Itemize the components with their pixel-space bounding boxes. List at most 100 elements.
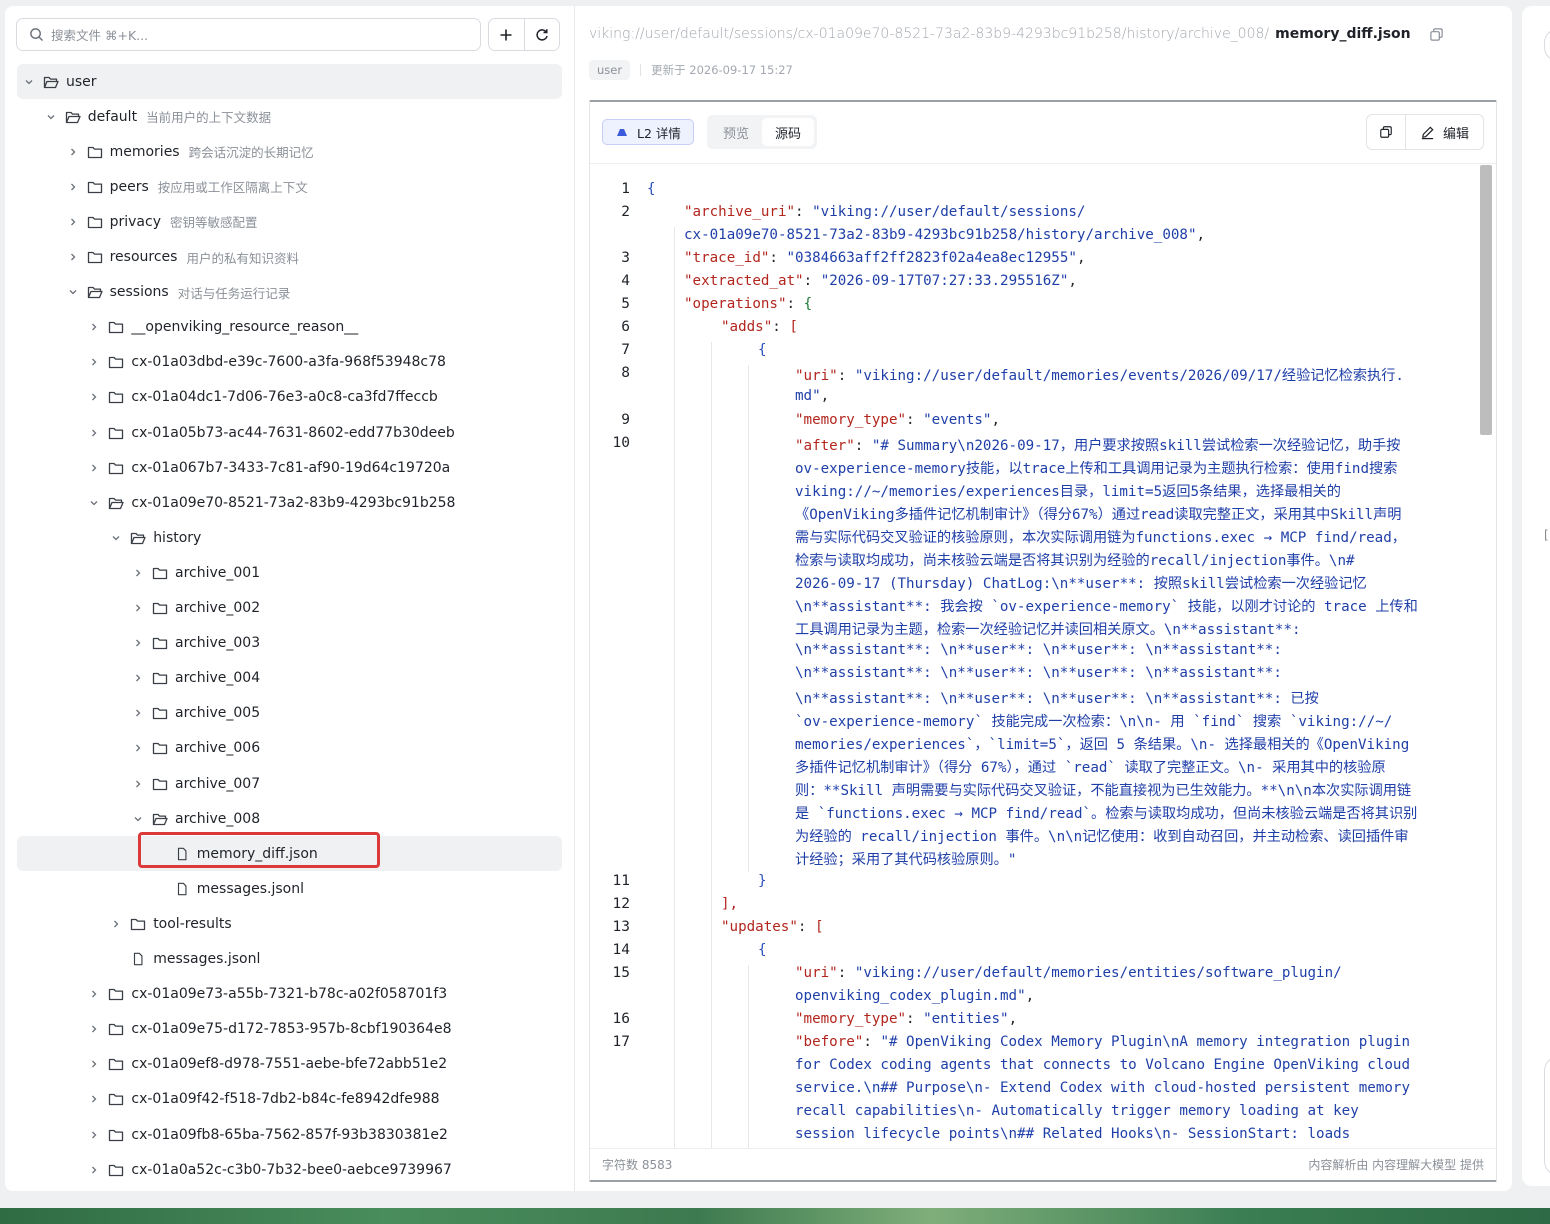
file-icon — [130, 952, 146, 966]
tree-folder[interactable]: archive_002 — [17, 591, 562, 626]
edit-label: 编辑 — [1442, 126, 1469, 142]
chevron-right-icon[interactable] — [132, 637, 144, 649]
folder-open-icon — [65, 110, 81, 124]
tree-folder[interactable]: archive_007 — [17, 766, 562, 801]
tree-file[interactable]: messages.jsonl — [17, 871, 562, 906]
indent-guide — [748, 964, 749, 1150]
chevron-right-icon[interactable] — [88, 988, 100, 1000]
panel-handle[interactable] — [1544, 28, 1550, 62]
chevron-down-icon[interactable] — [132, 813, 144, 825]
chevron-down-icon[interactable] — [23, 76, 35, 88]
chevron-right-icon[interactable] — [88, 427, 100, 439]
code-line: { — [758, 342, 767, 359]
chevron-right-icon[interactable] — [110, 918, 122, 930]
chevron-down-icon[interactable] — [45, 111, 57, 123]
tree-folder[interactable]: archive_003 — [17, 626, 562, 661]
tree-folder[interactable]: sessions 对话与任务运行记录 — [17, 275, 562, 310]
chevron-right-icon[interactable] — [67, 181, 79, 193]
char-count: 字符数 8583 — [602, 1158, 673, 1172]
vertical-scrollbar[interactable] — [1480, 165, 1492, 435]
tree-folder[interactable]: cx-01a09ef8-d978-7551-aebe-bfe72abb51e2 — [17, 1047, 562, 1082]
chevron-right-icon[interactable] — [88, 1058, 100, 1070]
tree-folder[interactable]: tool-results — [17, 906, 562, 941]
tree-folder[interactable]: resources 用户的私有知识资料 — [17, 240, 562, 275]
chevron-right-icon[interactable] — [132, 707, 144, 719]
tree-folder[interactable]: cx-01a09f42-f518-7db2-b84c-fe8942dfe988 — [17, 1082, 562, 1117]
folder-icon — [108, 1128, 124, 1142]
line-number: 10 — [612, 434, 630, 451]
chevron-right-icon[interactable] — [132, 742, 144, 754]
line-number: 12 — [612, 895, 630, 912]
tree-item-label: memories — [109, 143, 180, 160]
code-line: viking://~/memories/experiences目录，limit=… — [795, 483, 1341, 500]
tree-folder[interactable]: default 当前用户的上下文数据 — [17, 99, 562, 134]
tree-folder[interactable]: cx-01a09e75-d172-7853-957b-8cbf190364e8 — [17, 1012, 562, 1047]
folder-icon — [108, 426, 124, 440]
search-input[interactable]: 搜索文件 ⌘+K... — [16, 18, 481, 51]
refresh-button[interactable] — [523, 19, 560, 50]
source-code[interactable]: 1 {2 "archive_uri": "viking://user/default… — [590, 165, 1496, 1151]
code-line: recall capabilities\n- Automatically tri… — [795, 1103, 1359, 1119]
line-number: 7 — [621, 342, 630, 359]
tree-folder[interactable]: cx-01a05b73-ac44-7631-8602-edd77b30deeb — [17, 415, 562, 450]
copy-path-button[interactable] — [1429, 27, 1444, 42]
chevron-down-icon[interactable] — [88, 497, 100, 509]
tree-folder[interactable]: privacy 密钥等敏感配置 — [17, 204, 562, 239]
tree-folder[interactable]: cx-01a09e73-a55b-7321-b78c-a02f058701f3 — [17, 977, 562, 1012]
tree-folder[interactable]: archive_001 — [17, 555, 562, 590]
chevron-right-icon[interactable] — [88, 462, 100, 474]
code-line: memories/experiences`，`limit=5`，返回 5 条结果… — [795, 737, 1410, 754]
tree-folder[interactable]: history — [17, 520, 562, 555]
tree-folder[interactable]: archive_004 — [17, 661, 562, 696]
folder-open-icon — [130, 531, 146, 545]
chevron-right-icon[interactable] — [132, 567, 144, 579]
code-line: } — [758, 872, 767, 889]
chevron-right-icon[interactable] — [132, 602, 144, 614]
chevron-right-icon[interactable] — [67, 216, 79, 228]
chevron-right-icon[interactable] — [88, 356, 100, 368]
tree-file[interactable]: messages.jsonl — [17, 942, 562, 977]
chevron-right-icon[interactable] — [88, 321, 100, 333]
tree-folder[interactable]: archive_006 — [17, 731, 562, 766]
l2-detail-button[interactable]: L2 详情 — [602, 119, 694, 145]
tab-preview[interactable]: 预览 — [710, 118, 762, 146]
code-line: 检索与读取均成功，尚未核验云端是否将其识别为经验的recall/injectio… — [795, 552, 1355, 569]
folder-open-icon — [152, 812, 168, 826]
tree-folder[interactable]: __openviking_resource_reason__ — [17, 310, 562, 345]
tree-folder[interactable]: cx-01a04dc1-7d06-76e3-a0c8-ca3fd7ffeccb — [17, 380, 562, 415]
tree-folder[interactable]: peers 按应用或工作区隔离上下文 — [17, 169, 562, 204]
chevron-down-icon[interactable] — [110, 532, 122, 544]
add-button[interactable] — [489, 19, 524, 50]
tree-folder[interactable]: cx-01a0a52c-c3b0-7b32-bee0-aebce9739967 — [17, 1152, 562, 1187]
tree-folder[interactable]: archive_008 — [17, 801, 562, 836]
panel-divider-mark: [ — [1544, 528, 1549, 542]
chevron-down-icon[interactable] — [67, 286, 79, 298]
tree-folder[interactable]: user — [17, 64, 562, 99]
chevron-right-icon[interactable] — [88, 1164, 100, 1176]
chevron-right-icon[interactable] — [88, 1093, 100, 1105]
panel-handle[interactable] — [1544, 1056, 1550, 1176]
edit-button[interactable]: 编辑 — [1404, 115, 1483, 149]
tree-folder[interactable]: cx-01a09e70-8521-73a2-83b9-4293bc91b258 — [17, 485, 562, 520]
tree-folder[interactable]: cx-01a09fb8-65ba-7562-857f-93b3830381e2 — [17, 1117, 562, 1152]
copy-content-button[interactable] — [1367, 115, 1405, 149]
chevron-right-icon[interactable] — [132, 672, 144, 684]
chevron-right-icon[interactable] — [88, 391, 100, 403]
tree-folder[interactable]: cx-01a067b7-3433-7c81-af90-19d64c19720a — [17, 450, 562, 485]
code-line: "extracted_at": "2026-09-17T07:27:33.295… — [684, 273, 1077, 290]
tree-folder[interactable]: memories 跨会话沉淀的长期记忆 — [17, 134, 562, 169]
indent-guide — [674, 227, 675, 1150]
tab-source[interactable]: 源码 — [762, 118, 815, 146]
tree-folder[interactable]: cx-01a03dbd-e39c-7600-a3fa-968f53948c78 — [17, 345, 562, 380]
tree-item-label: archive_003 — [175, 635, 261, 652]
line-number: 15 — [612, 964, 630, 981]
line-number: 2 — [621, 204, 630, 221]
chevron-right-icon[interactable] — [132, 778, 144, 790]
chevron-right-icon[interactable] — [88, 1023, 100, 1035]
chevron-right-icon[interactable] — [67, 251, 79, 263]
folder-icon — [108, 390, 124, 404]
tree-folder[interactable]: archive_005 — [17, 696, 562, 731]
code-line: "updates": [ — [721, 918, 824, 935]
chevron-right-icon[interactable] — [67, 146, 79, 158]
chevron-right-icon[interactable] — [88, 1129, 100, 1141]
